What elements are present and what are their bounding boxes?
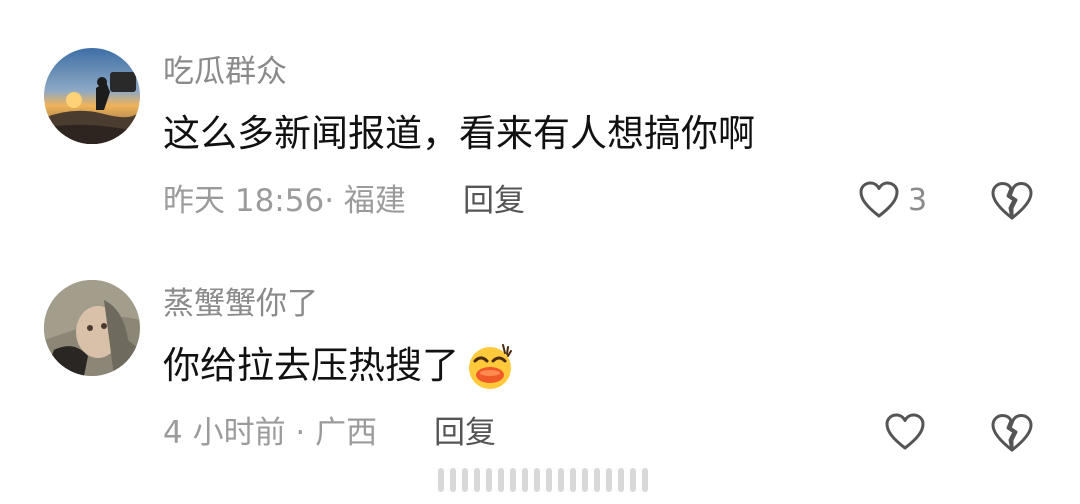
broken-heart-icon [990,180,1034,222]
comment-text: 这么多新闻报道，看来有人想搞你啊 [163,109,755,159]
dislike-button[interactable] [990,412,1034,458]
comment-text: 你给拉去压热搜了 [163,341,515,391]
like-count: 3 [908,182,928,218]
avatar[interactable] [44,280,140,376]
comment-item: 蒸蟹蟹你了 你给拉去压热搜了 4 小时前 · 广西 回复 [0,232,1080,462]
heart-outline-icon [858,180,900,220]
comment-meta: 4 小时前 · 广西 [163,415,378,451]
grinning-duck-emoji-icon [465,341,515,391]
avatar-sunset-person-icon [44,48,140,144]
comment-text-content: 你给拉去压热搜了 [163,344,459,387]
avatar[interactable] [44,48,140,144]
comment-text-content: 这么多新闻报道，看来有人想搞你啊 [163,112,755,155]
heart-outline-icon [884,412,926,452]
broken-heart-icon [990,412,1034,454]
comment-item: 吃瓜群众 这么多新闻报道，看来有人想搞你啊 昨天 18:56· 福建 回复 3 [0,0,1080,230]
reply-button[interactable]: 回复 [434,413,496,453]
avatar-photo-icon [44,280,140,376]
like-button[interactable]: 3 [858,180,927,220]
comment-meta: 昨天 18:56· 福建 [163,183,406,219]
scroll-indicator [438,464,648,494]
comment-username[interactable]: 吃瓜群众 [163,52,287,92]
like-button[interactable] [884,412,926,452]
comment-username[interactable]: 蒸蟹蟹你了 [163,284,318,324]
reply-button[interactable]: 回复 [463,181,525,221]
dislike-button[interactable] [990,180,1034,226]
